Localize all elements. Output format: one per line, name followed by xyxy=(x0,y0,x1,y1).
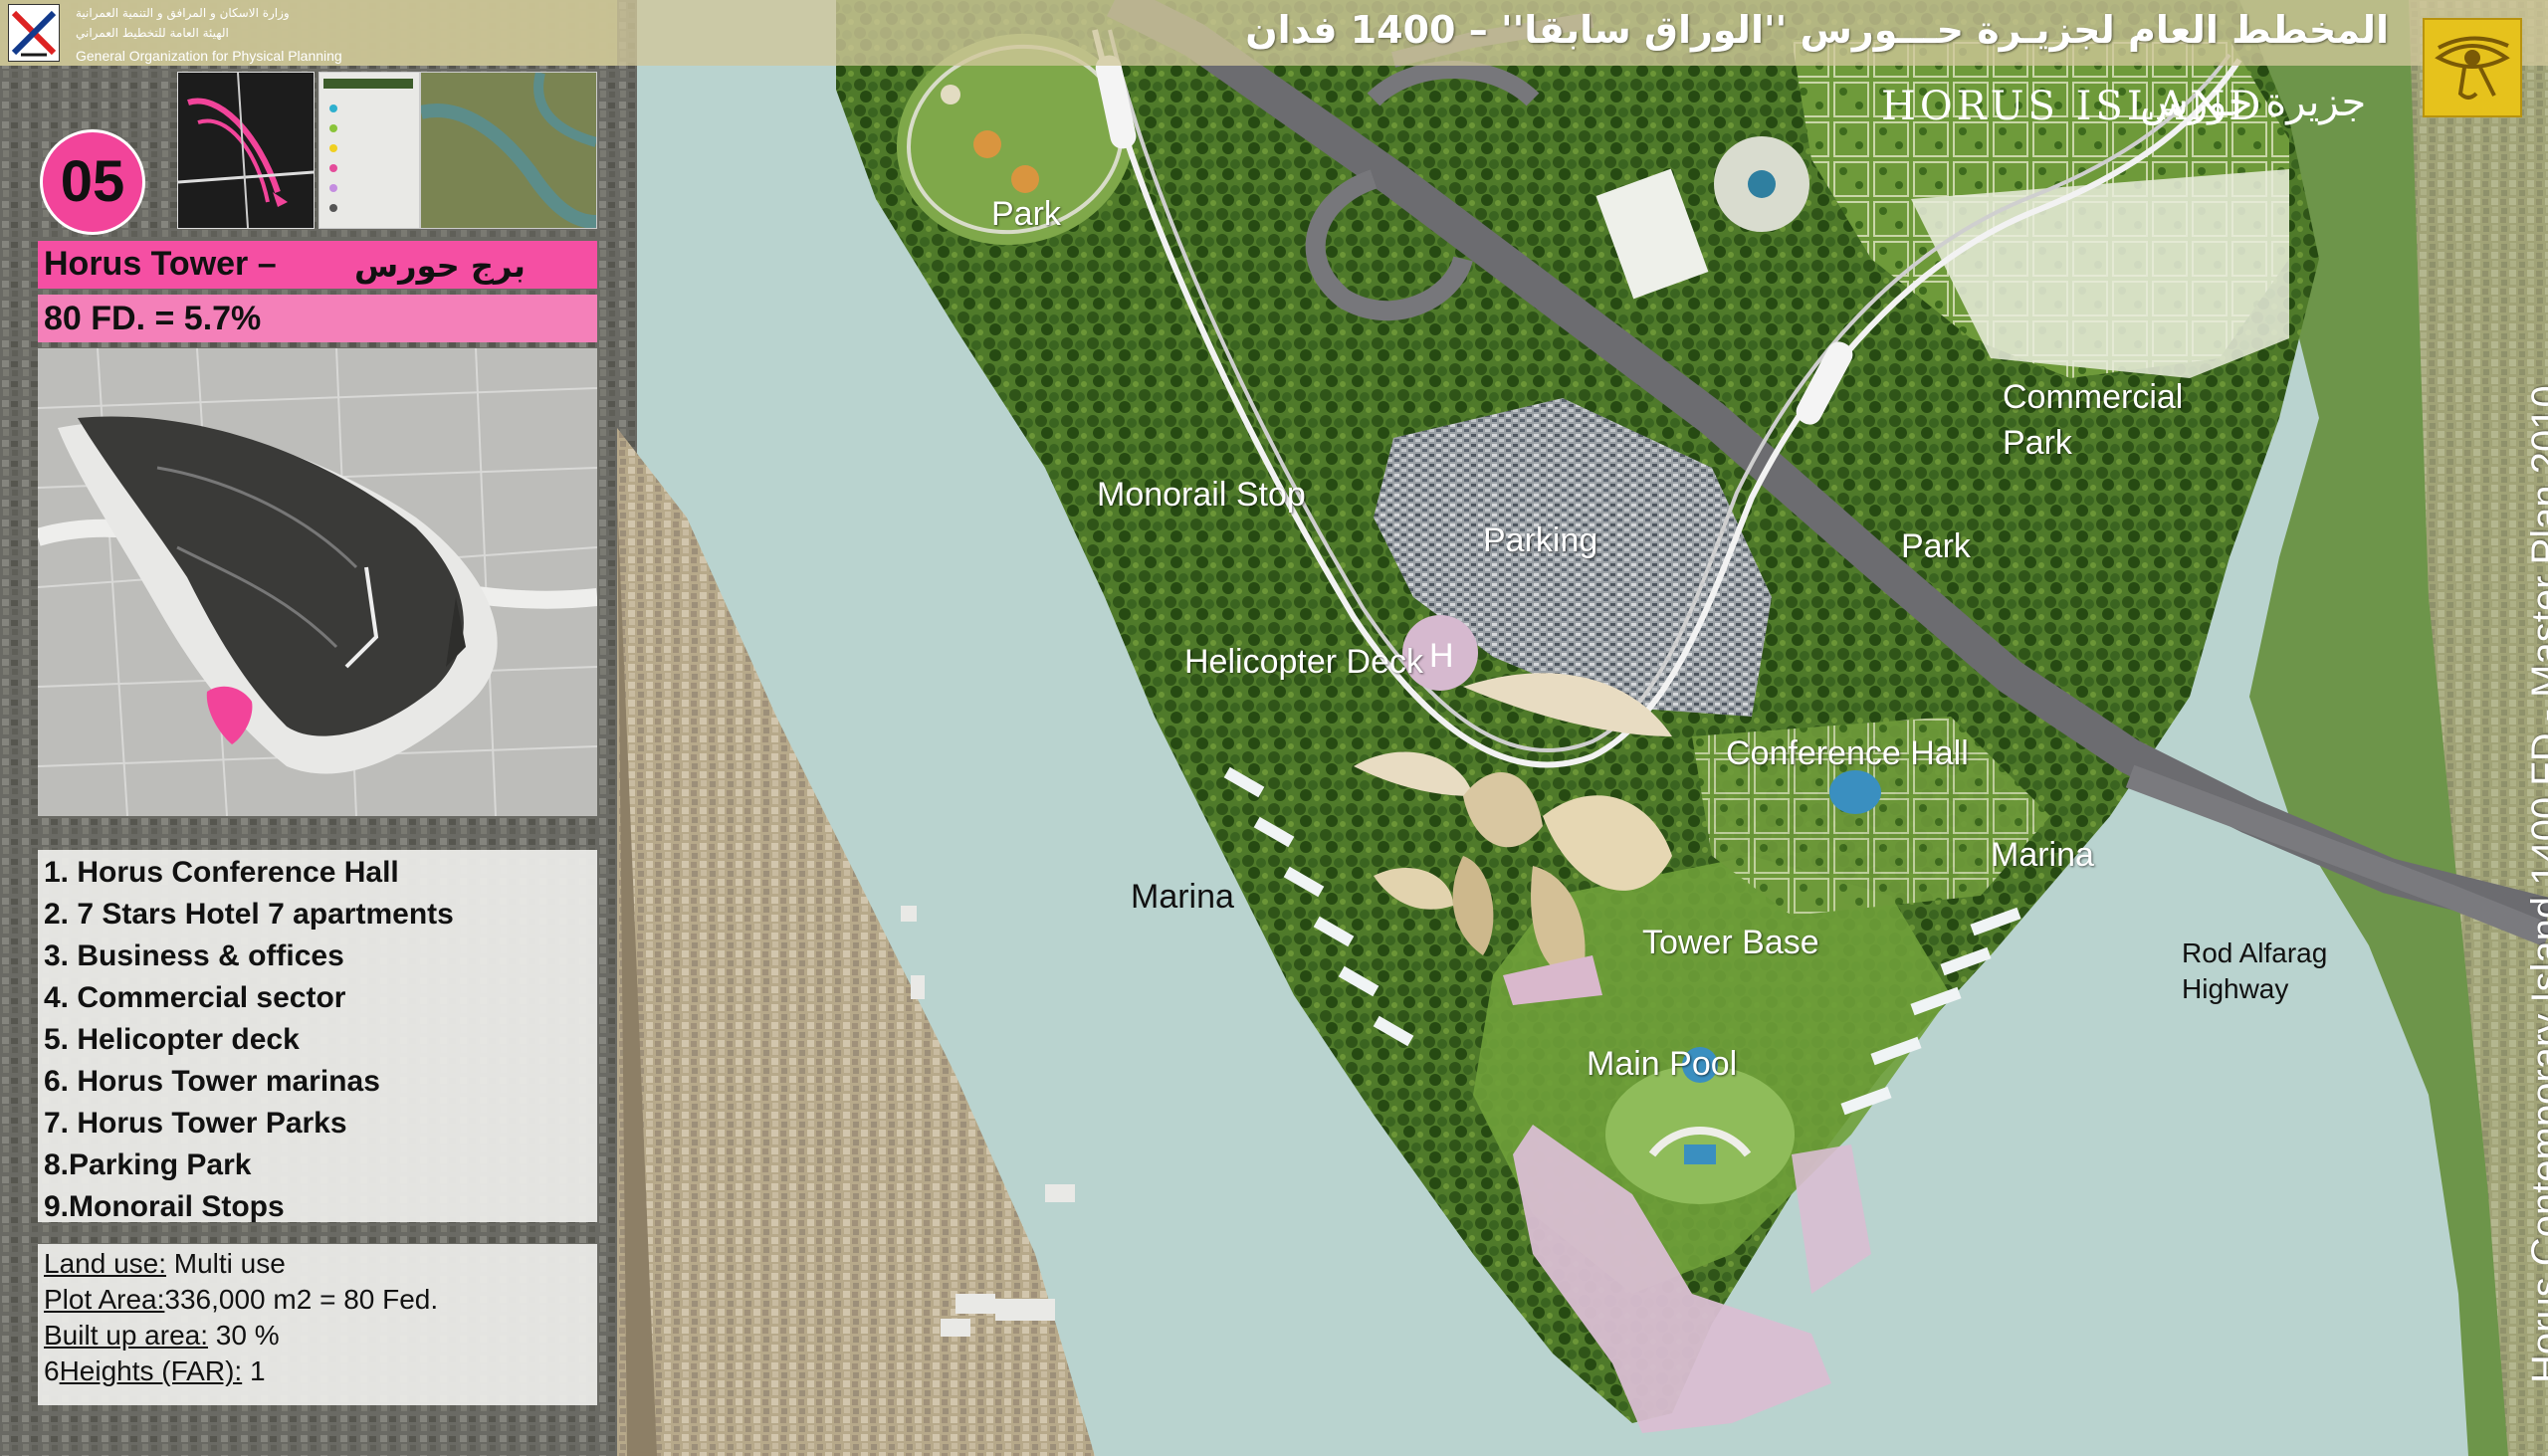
plot-area-value: 336,000 m2 = 80 Fed. xyxy=(164,1284,439,1315)
built-up-label: Built up area: xyxy=(44,1320,208,1351)
built-up-value: 30 % xyxy=(208,1320,280,1351)
land-use-value: Multi use xyxy=(166,1248,286,1279)
page-title-arabic: المخطط العام لجزيـرة حـــورس ''الوراق سا… xyxy=(1245,8,2389,52)
island-logo-arabic: جزيرة حورس xyxy=(2140,80,2367,125)
project-title-ar: برج حورس xyxy=(354,247,526,285)
project-area: 80 FD. = 5.7% xyxy=(44,300,262,337)
project-title-bar: Horus Tower – برج حورس xyxy=(38,241,597,289)
eye-of-horus-icon xyxy=(2423,18,2522,117)
component-item: 1. Horus Conference Hall xyxy=(44,856,399,889)
component-item: 8.Parking Park xyxy=(44,1148,252,1181)
plot-area-label: Plot Area: xyxy=(44,1284,165,1315)
location-thumbnail-satellite xyxy=(419,71,598,229)
svg-text:H: H xyxy=(1429,637,1454,675)
location-thumbnail-plan xyxy=(177,72,315,229)
site-info-panel: Land use: Multi use Plot Area:336,000 m2… xyxy=(38,1244,597,1405)
component-item: 2. 7 Stars Hotel 7 apartments xyxy=(44,898,454,931)
label-highway-line1: Rod Alfarag xyxy=(2182,937,2328,968)
component-item: 5. Helicopter deck xyxy=(44,1023,300,1056)
heights-label: Heights (FAR): xyxy=(59,1355,243,1386)
component-item: 3. Business & offices xyxy=(44,939,344,972)
land-use-label: Land use: xyxy=(44,1248,166,1279)
label-parking: Parking xyxy=(1483,521,1598,559)
label-monorail-stop: Monorail Stop xyxy=(1097,476,1306,514)
org-name-english: General Organization for Physical Planni… xyxy=(76,48,342,64)
org-logo-icon xyxy=(8,4,60,62)
component-item: 4. Commercial sector xyxy=(44,981,346,1014)
built-up-row: Built up area: 30 % xyxy=(38,1318,597,1353)
section-number-badge: 05 xyxy=(40,129,145,235)
label-highway-line2: Highway xyxy=(2182,973,2289,1004)
location-thumbnail-legend xyxy=(318,72,420,229)
label-tower-base: Tower Base xyxy=(1642,924,1819,961)
label-park-top: Park xyxy=(991,195,1061,233)
label-park-right: Park xyxy=(1901,527,1971,565)
heights-value: 1 xyxy=(242,1355,266,1386)
project-title-en: Horus Tower – xyxy=(44,245,277,283)
org-name-arabic-1: وزارة الاسكان و المرافق و التنمية العمرا… xyxy=(76,6,290,20)
component-item: 6. Horus Tower marinas xyxy=(44,1065,380,1098)
label-commercial-park-line1: Commercial xyxy=(2003,378,2184,416)
label-marina-right: Marina xyxy=(1991,836,2094,874)
label-main-pool: Main Pool xyxy=(1587,1045,1738,1083)
plot-area-row: Plot Area:336,000 m2 = 80 Fed. xyxy=(38,1282,597,1318)
components-list: 1. Horus Conference Hall 2. 7 Stars Hotel… xyxy=(38,850,597,1223)
site-location-map xyxy=(38,348,597,816)
label-marina-left: Marina xyxy=(1131,878,1234,916)
vertical-master-plan-title: Horus Contemporary Island 1400 FD - Mast… xyxy=(2524,385,2548,1383)
project-area-bar: 80 FD. = 5.7% xyxy=(38,295,597,342)
label-helicopter-deck: Helicopter Deck xyxy=(1184,643,1423,681)
org-name-arabic-2: الهيئة العامة للتخطيط العمراني xyxy=(76,26,229,40)
label-commercial-park-line2: Park xyxy=(2003,424,2072,462)
land-use-row: Land use: Multi use xyxy=(38,1246,597,1282)
component-item: 9.Monorail Stops xyxy=(44,1190,285,1223)
heights-prefix: 6 xyxy=(44,1355,60,1386)
label-conference-hall: Conference Hall xyxy=(1726,734,1969,772)
component-item: 7. Horus Tower Parks xyxy=(44,1107,347,1140)
heights-row: 6Heights (FAR): 1 xyxy=(38,1353,597,1389)
